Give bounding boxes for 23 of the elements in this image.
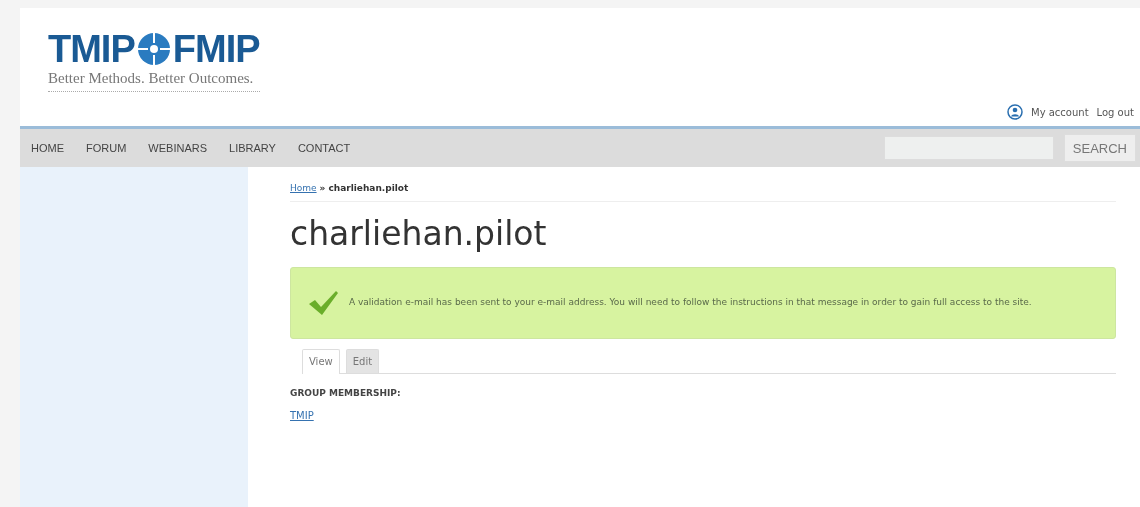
tagline: Better Methods. Better Outcomes. <box>48 70 255 87</box>
breadcrumb-separator: » <box>319 183 326 193</box>
breadcrumb-link[interactable]: Home <box>290 183 317 193</box>
account-link[interactable]: Log out <box>1096 106 1134 118</box>
search-button[interactable]: SEARCH <box>1063 134 1136 162</box>
nav-item[interactable]: WEBINARS <box>137 142 218 154</box>
nav-item[interactable]: FORUM <box>75 142 138 154</box>
user-icon <box>1007 104 1023 120</box>
group-link[interactable]: TMIP <box>290 410 1116 421</box>
logo-text: FMIP <box>172 30 260 68</box>
nav-item[interactable]: CONTACT <box>286 142 362 154</box>
nav-item[interactable]: LIBRARY <box>218 142 287 154</box>
section-heading: GROUP MEMBERSHIP: <box>290 388 402 398</box>
breadcrumb-current: charliehan.pilot <box>328 183 409 193</box>
tab[interactable]: Edit <box>345 349 380 373</box>
logo-text: TMIP <box>48 30 135 68</box>
account-link[interactable]: My account <box>1031 106 1089 118</box>
checkmark-icon <box>307 289 339 317</box>
message-text: A validation e-mail has been sent to your e-mail address. You will need to follow the instructions in that message in order to gain full access to the site. <box>349 296 1032 310</box>
wheel-icon <box>136 32 171 66</box>
tab[interactable]: View <box>302 349 340 374</box>
page-title: charliehan.pilot <box>290 214 548 253</box>
nav-item[interactable]: HOME <box>20 142 75 154</box>
